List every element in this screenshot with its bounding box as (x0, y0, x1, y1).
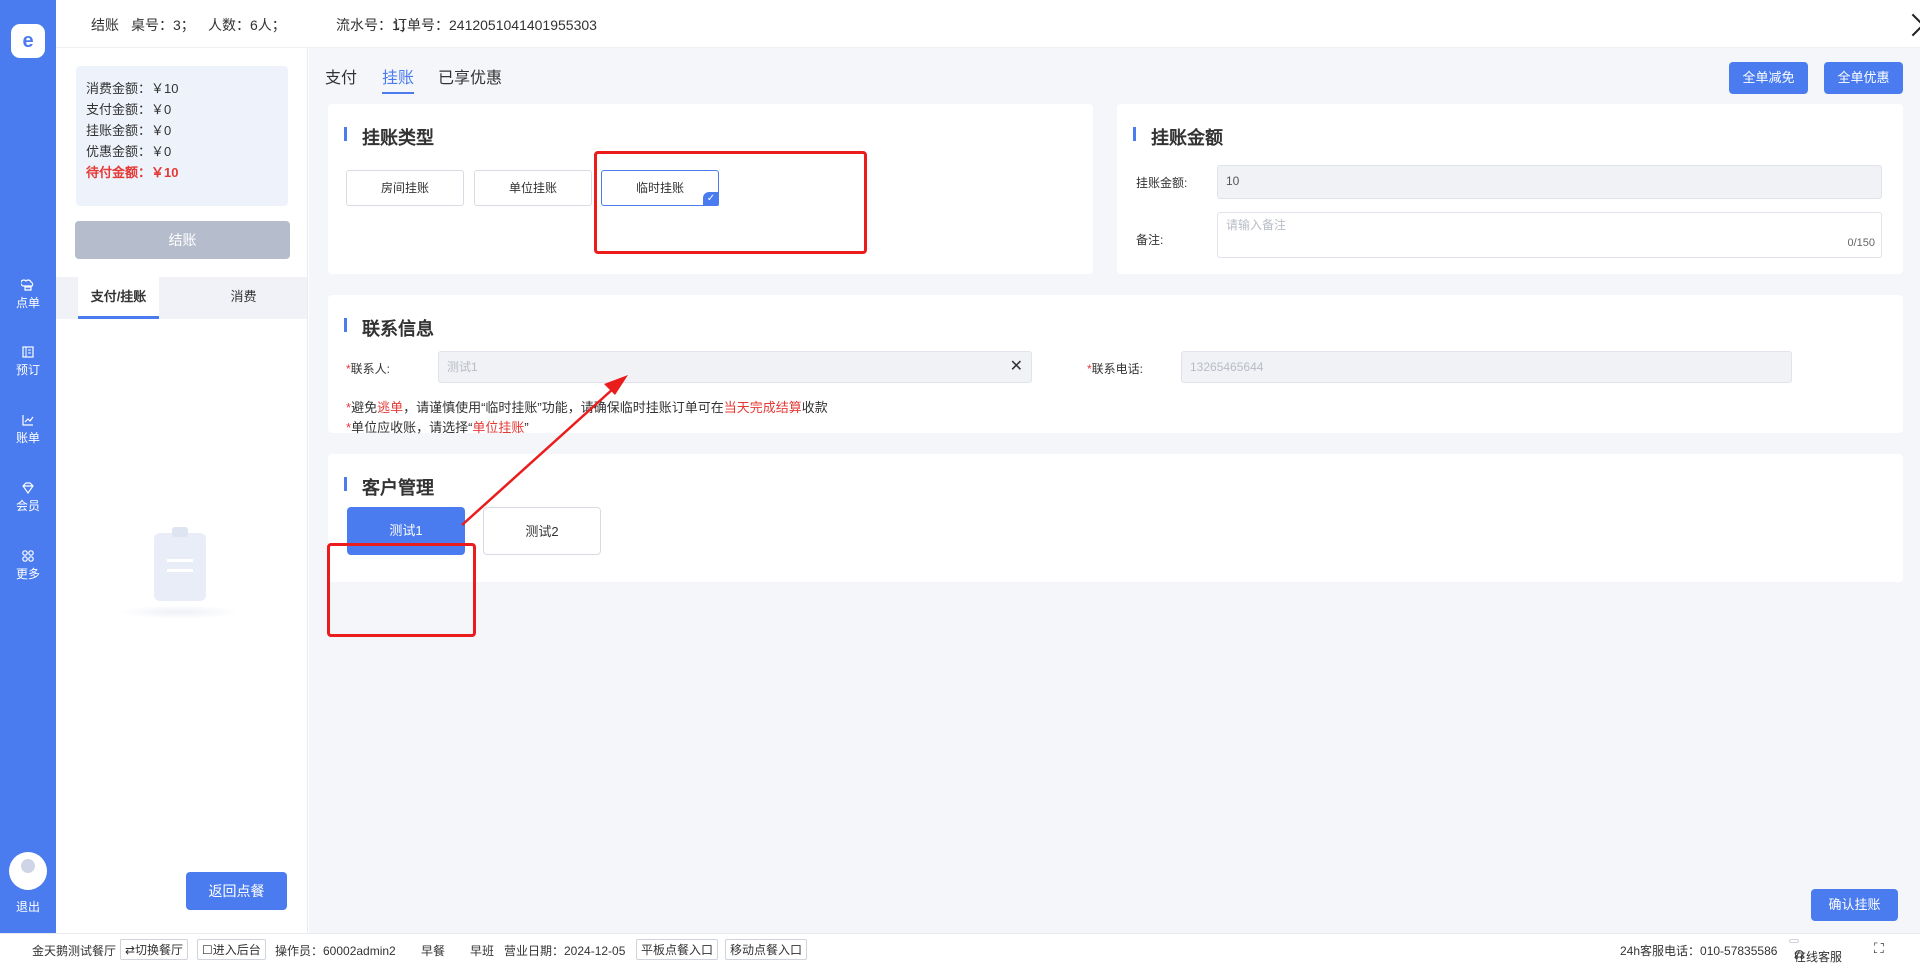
meal-period: 早餐 (421, 944, 446, 958)
confirm-credit-button[interactable]: 确认挂账 (1811, 889, 1898, 921)
shift: 早班 (470, 944, 495, 958)
store-name: 金天鹅测试餐厅 (32, 944, 117, 958)
switch-store-button[interactable]: ⇄切换餐厅 (120, 939, 189, 960)
status-bar: 金天鹅测试餐厅 ⇄切换餐厅 ☐进入后台 操作员：60002admin2 早餐 早… (0, 933, 1920, 964)
annotation-arrow (461, 375, 628, 526)
fullscreen-icon[interactable]: ⛶ (1874, 940, 1884, 957)
operator-info: 操作员：60002admin2 (275, 944, 396, 958)
enter-backend-button[interactable]: ☐进入后台 (197, 939, 266, 960)
service-hotline: 24h客服电话：010-57835586 (1620, 944, 1778, 958)
business-date: 营业日期：2024-12-05 (504, 944, 626, 958)
mobile-order-entry[interactable]: 移动点餐入口 (725, 939, 808, 960)
online-service-button[interactable]: ☊ 在线客服 (1789, 939, 1842, 964)
tablet-order-entry[interactable]: 平板点餐入口 (636, 939, 719, 960)
